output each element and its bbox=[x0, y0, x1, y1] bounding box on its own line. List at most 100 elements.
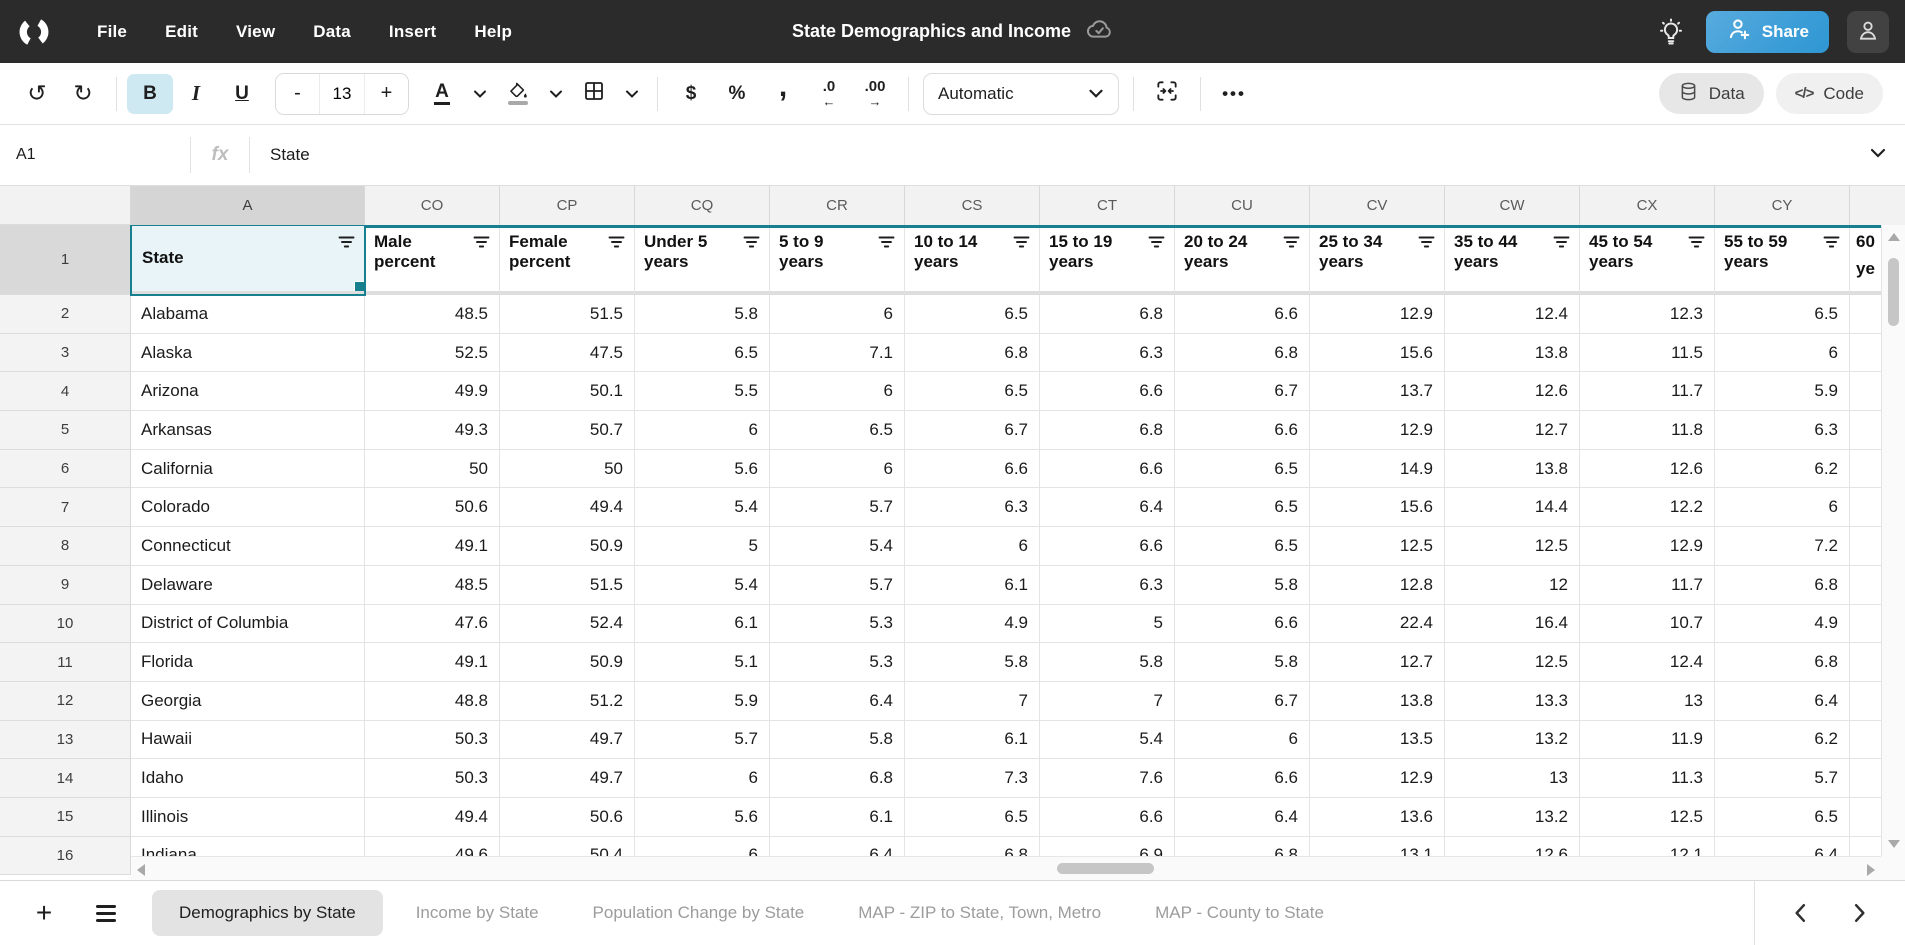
header-cell-CP[interactable]: Female percent bbox=[500, 225, 635, 295]
row-header-14[interactable]: 14 bbox=[0, 759, 131, 798]
cell[interactable]: 13.8 bbox=[1445, 450, 1580, 489]
header-cell-CQ[interactable]: Under 5 years bbox=[635, 225, 770, 295]
cell[interactable]: 4.9 bbox=[905, 605, 1040, 644]
cell[interactable]: 50.7 bbox=[500, 411, 635, 450]
cell[interactable]: 49.3 bbox=[365, 411, 500, 450]
tab-income-by-state[interactable]: Income by State bbox=[389, 890, 566, 936]
cell-state[interactable]: Delaware bbox=[131, 566, 365, 605]
cell[interactable]: 48.5 bbox=[365, 566, 500, 605]
filter-icon[interactable] bbox=[1688, 236, 1705, 249]
currency-format-button[interactable]: $ bbox=[668, 74, 714, 114]
fill-color-button[interactable] bbox=[495, 74, 541, 114]
borders-dropdown-chevron-icon[interactable] bbox=[617, 74, 647, 114]
cell[interactable]: 6.5 bbox=[1175, 488, 1310, 527]
cell[interactable]: 11.7 bbox=[1580, 372, 1715, 411]
filter-icon[interactable] bbox=[878, 236, 895, 249]
scroll-left-arrow-icon[interactable] bbox=[137, 864, 145, 876]
row-header-11[interactable]: 11 bbox=[0, 643, 131, 682]
row-header-16[interactable]: 16 bbox=[0, 837, 131, 876]
cell[interactable]: 5.4 bbox=[635, 488, 770, 527]
cell-partial[interactable] bbox=[1850, 605, 1881, 644]
filter-icon[interactable] bbox=[1013, 236, 1030, 249]
cell[interactable]: 15.6 bbox=[1310, 488, 1445, 527]
cell[interactable]: 5.7 bbox=[635, 721, 770, 760]
scroll-right-arrow-icon[interactable] bbox=[1867, 864, 1875, 876]
column-header-partial[interactable] bbox=[1850, 186, 1905, 225]
row-header-10[interactable]: 10 bbox=[0, 605, 131, 644]
cell[interactable]: 6.5 bbox=[905, 295, 1040, 334]
cell[interactable]: 7 bbox=[905, 682, 1040, 721]
cell[interactable]: 5.6 bbox=[635, 798, 770, 837]
row-header-4[interactable]: 4 bbox=[0, 372, 131, 411]
cell[interactable]: 13.2 bbox=[1445, 798, 1580, 837]
cell[interactable]: 15.6 bbox=[1310, 334, 1445, 373]
data-panel-button[interactable]: Data bbox=[1659, 73, 1764, 114]
filter-icon[interactable] bbox=[1553, 236, 1570, 249]
menu-file[interactable]: File bbox=[78, 22, 146, 42]
cell[interactable]: 51.5 bbox=[500, 566, 635, 605]
cell[interactable]: 6.6 bbox=[1175, 759, 1310, 798]
text-color-button[interactable]: A bbox=[419, 74, 465, 114]
cell[interactable]: 6.3 bbox=[1040, 566, 1175, 605]
cell[interactable]: 12.9 bbox=[1310, 295, 1445, 334]
cell-state[interactable]: Hawaii bbox=[131, 721, 365, 760]
document-title[interactable]: State Demographics and Income bbox=[792, 21, 1071, 42]
cell[interactable]: 5.7 bbox=[770, 566, 905, 605]
cell-partial[interactable] bbox=[1850, 759, 1881, 798]
cell[interactable]: 6 bbox=[770, 450, 905, 489]
header-cell-CO[interactable]: Male percent bbox=[365, 225, 500, 295]
cell[interactable]: 6.5 bbox=[905, 372, 1040, 411]
cell[interactable]: 6.8 bbox=[905, 334, 1040, 373]
cell[interactable]: 12 bbox=[1445, 566, 1580, 605]
cell[interactable]: 12.9 bbox=[1310, 759, 1445, 798]
font-size-decrease-button[interactable]: - bbox=[276, 74, 319, 114]
cell-partial[interactable] bbox=[1850, 411, 1881, 450]
cell[interactable]: 6.8 bbox=[1040, 295, 1175, 334]
header-cell-CX[interactable]: 45 to 54 years bbox=[1580, 225, 1715, 295]
cell-partial[interactable] bbox=[1850, 372, 1881, 411]
cell[interactable]: 6.4 bbox=[1175, 798, 1310, 837]
cell[interactable]: 12.7 bbox=[1310, 643, 1445, 682]
cell-state[interactable]: District of Columbia bbox=[131, 605, 365, 644]
formula-bar-expand-chevron-icon[interactable] bbox=[1869, 146, 1887, 164]
cell-partial[interactable] bbox=[1850, 488, 1881, 527]
cell[interactable]: 7.3 bbox=[905, 759, 1040, 798]
cell-state[interactable]: Idaho bbox=[131, 759, 365, 798]
cell[interactable]: 12.5 bbox=[1580, 798, 1715, 837]
cell[interactable]: 6 bbox=[1175, 721, 1310, 760]
column-header-CS[interactable]: CS bbox=[905, 186, 1040, 225]
row-header-2[interactable]: 2 bbox=[0, 295, 131, 334]
cell-partial[interactable] bbox=[1850, 334, 1881, 373]
header-cell-CU[interactable]: 20 to 24 years bbox=[1175, 225, 1310, 295]
cell[interactable]: 50.3 bbox=[365, 721, 500, 760]
cell[interactable]: 11.7 bbox=[1580, 566, 1715, 605]
filter-icon[interactable] bbox=[608, 236, 625, 249]
menu-view[interactable]: View bbox=[217, 22, 294, 42]
cell[interactable]: 47.5 bbox=[500, 334, 635, 373]
cell[interactable]: 5.8 bbox=[770, 721, 905, 760]
cell[interactable]: 5.8 bbox=[905, 643, 1040, 682]
cell[interactable]: 6.6 bbox=[1040, 798, 1175, 837]
cell[interactable]: 6.1 bbox=[770, 798, 905, 837]
cell[interactable]: 6.8 bbox=[1715, 643, 1850, 682]
column-header-A[interactable]: A bbox=[131, 186, 365, 225]
cell[interactable]: 6.5 bbox=[1715, 798, 1850, 837]
cell[interactable]: 6 bbox=[635, 759, 770, 798]
vertical-scrollbar[interactable] bbox=[1881, 225, 1905, 880]
filter-icon[interactable] bbox=[1418, 236, 1435, 249]
cell[interactable]: 6.7 bbox=[905, 411, 1040, 450]
cell[interactable]: 5.9 bbox=[1715, 372, 1850, 411]
cell[interactable]: 6.8 bbox=[1040, 411, 1175, 450]
cell[interactable]: 12.5 bbox=[1310, 527, 1445, 566]
cell[interactable]: 50.6 bbox=[365, 488, 500, 527]
fill-color-dropdown-chevron-icon[interactable] bbox=[541, 74, 571, 114]
cell-state[interactable]: Arizona bbox=[131, 372, 365, 411]
cell[interactable]: 6.5 bbox=[1175, 450, 1310, 489]
cell[interactable]: 6.5 bbox=[770, 411, 905, 450]
cell[interactable]: 11.8 bbox=[1580, 411, 1715, 450]
horizontal-scrollbar-thumb[interactable] bbox=[1057, 863, 1154, 874]
cell-partial[interactable] bbox=[1850, 527, 1881, 566]
horizontal-scrollbar[interactable] bbox=[131, 856, 1881, 880]
number-format-select[interactable]: Automatic bbox=[923, 73, 1119, 115]
cell[interactable]: 5.7 bbox=[770, 488, 905, 527]
